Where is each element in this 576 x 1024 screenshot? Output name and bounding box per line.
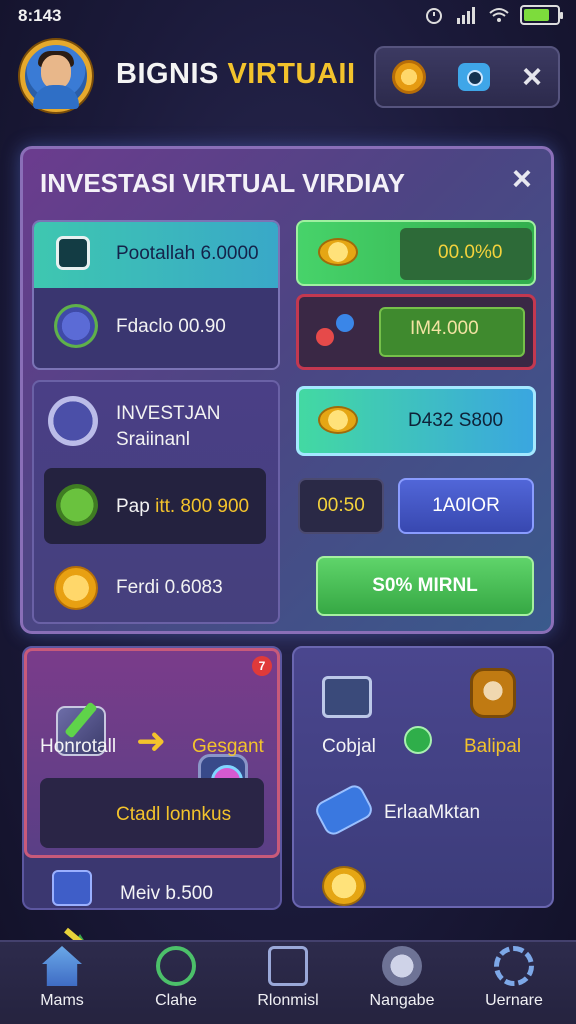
leaf-icon (56, 484, 98, 526)
tasks-footer-text: Meiv b.500 (120, 883, 213, 904)
arrow-right-icon: ➜ (136, 720, 167, 761)
nav-home-label: Mams (40, 992, 84, 1009)
status-time: 8:143 (18, 6, 62, 25)
status-bar: 8:143 (0, 0, 576, 34)
nav-camera-label: Nangabe (369, 992, 435, 1009)
chat-icon[interactable] (404, 726, 432, 754)
investment-inset-prefix: Pap (116, 496, 150, 517)
document-icon (52, 870, 92, 906)
app-title-part2: VIRTUAII (227, 58, 356, 90)
nav-camera[interactable]: Nangabe (352, 946, 452, 1010)
panel-title: INVESTASI VIRTUAL VIRDIAY (40, 168, 406, 198)
lightning-icon (48, 396, 98, 446)
signal-icon (456, 5, 476, 25)
deposit-value: D432 S800 (408, 410, 504, 431)
app-title: BIGNIS VIRTUAII (116, 58, 356, 91)
coin-icon[interactable] (392, 60, 427, 94)
edit-icon (268, 946, 308, 986)
coin-icon (322, 866, 366, 906)
gear-icon (494, 946, 534, 986)
wallet-icon (56, 236, 90, 270)
search-icon (156, 946, 196, 986)
nav-search[interactable]: Clahe (126, 946, 226, 1010)
monitor-icon[interactable] (322, 676, 372, 718)
investment-inset-text: Pap itt. 800 900 (116, 496, 249, 518)
molecule-icon (314, 312, 358, 348)
rate-value: 00.0%0 (438, 242, 503, 263)
home-icon (42, 946, 82, 986)
nav-edit-label: Rlonmisl (257, 992, 319, 1009)
globe-icon (54, 304, 98, 348)
tasks-inset-text: Ctadl lonnkus (116, 804, 232, 825)
notification-badge: 7 (252, 656, 272, 676)
app-title-part1: BIGNIS (116, 58, 219, 90)
tools-label-3: ErlaaMktan (384, 802, 481, 823)
timer-button[interactable]: 00:50 (298, 478, 384, 534)
battery-icon (520, 5, 563, 25)
nav-edit[interactable]: Rlonmisl (238, 946, 338, 1010)
nav-settings[interactable]: Uernare (464, 946, 564, 1010)
nav-search-label: Clahe (155, 992, 197, 1009)
amount-value: IM4.000 (410, 318, 479, 339)
coin-icon (54, 566, 98, 610)
tasks-label-2: Gesgant (192, 736, 264, 757)
tasks-label-1: Honrotall (40, 736, 117, 757)
nav-home[interactable]: Mams (12, 946, 112, 1010)
mining-button[interactable]: S0% MIRNL (316, 556, 534, 616)
status-icons (424, 5, 563, 25)
timer-value: 00:50 (317, 495, 365, 516)
mining-label: S0% MIRNL (372, 575, 478, 596)
balance-row-text: Fdaclo 00.90 (116, 316, 226, 337)
ratio-value: 1A0IOR (432, 495, 500, 516)
nav-settings-label: Uernare (485, 992, 543, 1009)
investment-inset-value: itt. 800 900 (155, 496, 250, 517)
tools-label-2: Balipal (464, 736, 522, 757)
camera-icon[interactable] (458, 63, 491, 91)
close-icon[interactable]: × (522, 60, 542, 94)
top-action-bar: × (374, 46, 560, 108)
coin-icon (318, 238, 358, 266)
medal-icon[interactable] (470, 668, 516, 718)
wifi-icon (488, 5, 509, 25)
tools-label-1: Cobjal (322, 736, 376, 757)
investment-title-line1: INVESTJAN (116, 403, 221, 424)
balance-header-text: Pootallah 6.0000 (116, 243, 259, 264)
panel-close-icon[interactable]: × (512, 160, 532, 199)
ratio-button[interactable]: 1A0IOR (398, 478, 534, 534)
user-avatar[interactable] (20, 40, 92, 112)
investment-title-line2: Sraiinanl (116, 429, 190, 450)
camera-icon (382, 946, 422, 986)
coin-icon (318, 406, 358, 434)
alarm-icon (424, 5, 444, 25)
investment-bottom-text: Ferdi 0.6083 (116, 577, 223, 598)
